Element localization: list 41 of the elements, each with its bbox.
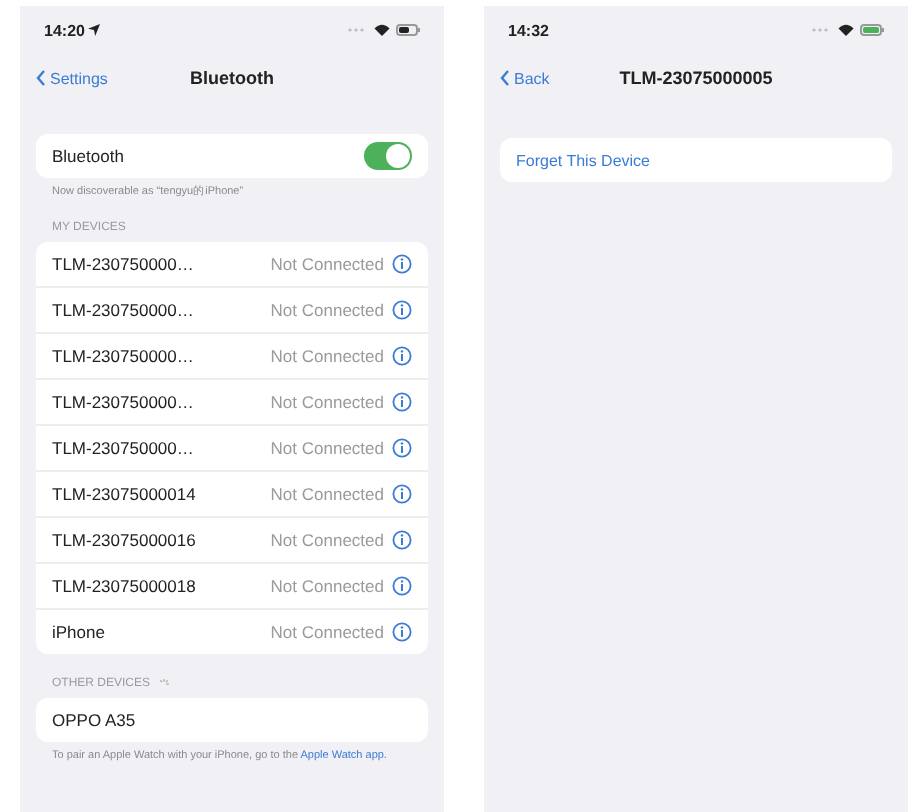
wifi-icon <box>838 24 854 36</box>
screen-title: TLM-23075000005 <box>619 68 773 88</box>
chevron-left-icon <box>500 70 510 86</box>
chevron-left-icon <box>36 70 46 86</box>
forget-device-button[interactable]: Forget This Device <box>500 138 892 182</box>
info-icon[interactable] <box>392 576 412 596</box>
device-status: Not Connected <box>270 300 384 320</box>
device-name[interactable]: TLM-230750000… <box>52 300 271 320</box>
bluetooth-label: Bluetooth <box>52 146 126 166</box>
device-name[interactable]: TLM-230750000… <box>52 438 271 458</box>
info-icon[interactable] <box>392 622 412 642</box>
back-button[interactable]: Settings <box>36 69 108 87</box>
device-status: Not Connected <box>270 254 384 274</box>
device-name[interactable]: TLM-230750000… <box>52 346 271 366</box>
device-status: Not Connected <box>270 622 384 642</box>
info-icon[interactable] <box>392 438 412 458</box>
bluetooth-toggle[interactable] <box>364 142 412 170</box>
device-name[interactable]: TLM-23075000016 <box>52 530 271 550</box>
wifi-icon <box>374 24 390 36</box>
back-button[interactable]: Back <box>500 69 550 87</box>
status-time: 14:20 <box>44 21 85 39</box>
screen-title: Bluetooth <box>190 68 274 88</box>
info-icon[interactable] <box>392 392 412 412</box>
info-icon[interactable] <box>392 484 412 504</box>
info-icon[interactable] <box>392 254 412 274</box>
device-name[interactable]: OPPO A35 <box>52 710 412 730</box>
info-icon[interactable] <box>392 346 412 366</box>
device-name[interactable]: TLM-230750000… <box>52 392 271 412</box>
device-status: Not Connected <box>270 484 384 504</box>
device-status: Not Connected <box>270 438 384 458</box>
info-icon[interactable] <box>392 530 412 550</box>
device-status: Not Connected <box>270 392 384 412</box>
device-name[interactable]: TLM-23075000018 <box>52 576 271 596</box>
device-name[interactable]: TLM-23075000014 <box>52 484 271 504</box>
device-status: Not Connected <box>270 530 384 550</box>
device-status: Not Connected <box>270 576 384 596</box>
device-name[interactable]: iPhone <box>52 622 271 642</box>
status-time: 14:32 <box>508 21 549 39</box>
device-name[interactable]: TLM-230750000… <box>52 254 271 274</box>
info-icon[interactable] <box>392 300 412 320</box>
device-status: Not Connected <box>270 346 384 366</box>
